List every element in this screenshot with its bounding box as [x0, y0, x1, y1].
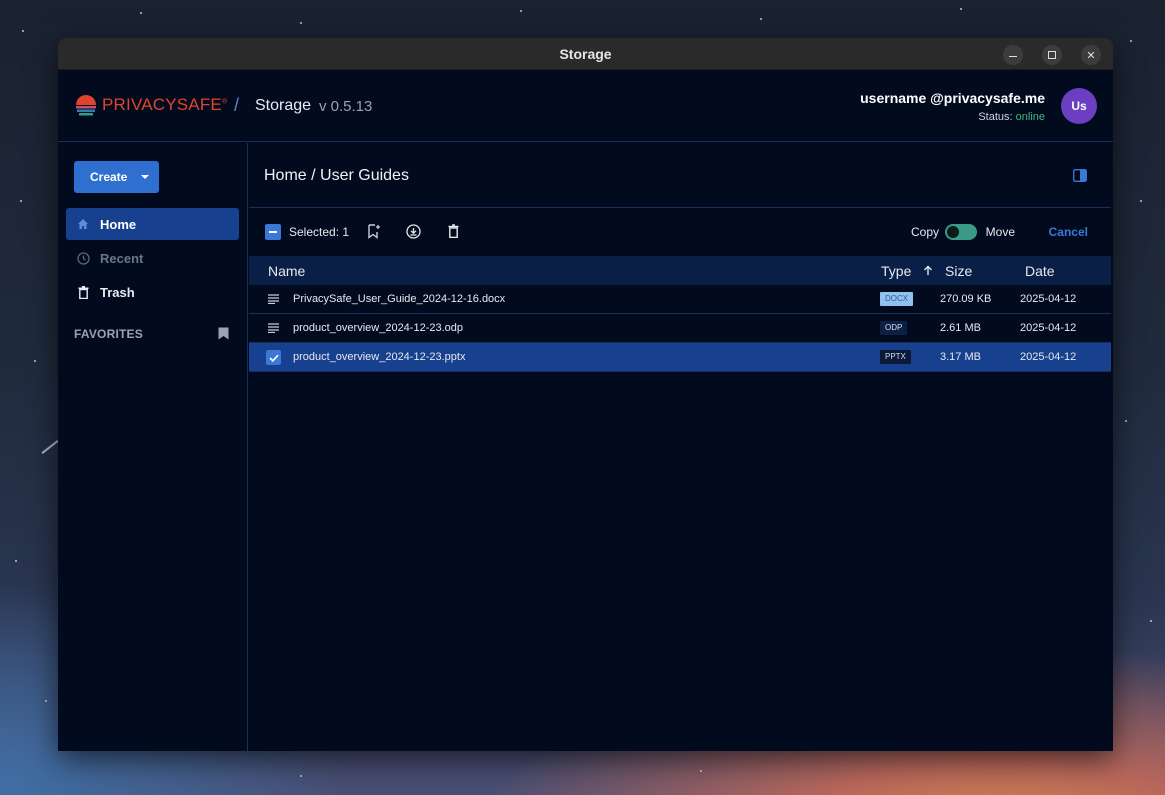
maximize-icon	[1048, 51, 1056, 59]
selection-toolbar: Selected: 1 Copy Move Cancel	[249, 207, 1111, 255]
checkmark-icon	[268, 354, 279, 362]
delete-icon[interactable]	[448, 224, 459, 243]
file-name: PrivacySafe_User_Guide_2024-12-16.docx	[293, 293, 506, 305]
document-icon	[268, 294, 279, 307]
copy-move-toggle[interactable]	[945, 224, 977, 240]
home-icon	[76, 217, 90, 231]
favorites-heading: FAVORITES	[74, 327, 143, 341]
row-checkbox[interactable]	[266, 350, 281, 365]
file-name: product_overview_2024-12-23.odp	[293, 322, 464, 334]
column-size[interactable]: Size	[945, 263, 972, 279]
table-row-selected[interactable]: product_overview_2024-12-23.pptx PPTX 3.…	[249, 343, 1111, 372]
create-button-label: Create	[90, 170, 128, 184]
sidebar-item-label: Recent	[100, 250, 144, 266]
close-icon: ✕	[1086, 49, 1096, 62]
user-status: Status: online	[860, 111, 1045, 123]
move-label: Move	[985, 225, 1015, 239]
status-value: online	[1015, 111, 1045, 123]
column-date[interactable]: Date	[1025, 263, 1055, 279]
copy-label: Copy	[910, 225, 939, 239]
file-size: 2.61 MB	[940, 322, 981, 334]
window-title: Storage	[559, 45, 612, 62]
privacysafe-logo-icon	[76, 95, 96, 116]
file-date: 2025-04-12	[1020, 322, 1077, 334]
minimize-icon	[1009, 55, 1017, 58]
file-date: 2025-04-12	[1020, 293, 1077, 305]
select-all-checkbox[interactable]	[265, 224, 281, 240]
selected-count: Selected: 1	[289, 225, 350, 239]
sidebar: Create Home Recent Trash FAVORITES	[58, 143, 248, 751]
indeterminate-icon	[269, 231, 277, 233]
breadcrumb[interactable]: Home / User Guides	[264, 167, 409, 185]
bookmark-icon[interactable]	[218, 327, 229, 345]
file-type-badge: DOCX	[880, 292, 914, 306]
cancel-button[interactable]: Cancel	[1049, 225, 1088, 239]
user-name: username @privacysafe.me	[860, 90, 1045, 106]
status-label: Status:	[978, 111, 1013, 123]
sort-ascending-icon	[923, 263, 933, 279]
file-date: 2025-04-12	[1020, 351, 1077, 363]
file-size: 3.17 MB	[940, 351, 981, 363]
chevron-down-icon	[141, 175, 150, 179]
column-type[interactable]: Type	[881, 263, 933, 279]
column-type-label: Type	[881, 263, 912, 279]
download-icon[interactable]	[406, 224, 421, 244]
close-window-button[interactable]: ✕	[1081, 45, 1101, 65]
brand-name: PRIVACYSAFE	[102, 95, 222, 114]
clock-icon	[76, 251, 90, 265]
window-titlebar[interactable]: Storage ✕	[58, 38, 1113, 70]
document-icon	[268, 323, 279, 336]
table-header: Name Type Size Date	[249, 256, 1111, 285]
bookmark-add-icon[interactable]	[368, 224, 380, 244]
minimize-button[interactable]	[1003, 45, 1023, 65]
toggle-knob	[947, 226, 959, 238]
sidebar-item-trash[interactable]: Trash	[66, 276, 239, 308]
sidebar-item-label: Trash	[100, 284, 135, 300]
header-separator: /	[234, 95, 240, 115]
brand-logo[interactable]: PRIVACYSAFE®	[74, 93, 227, 117]
maximize-button[interactable]	[1042, 45, 1062, 65]
column-name[interactable]: Name	[268, 263, 305, 279]
sidebar-item-recent[interactable]: Recent	[66, 242, 239, 274]
table-row[interactable]: PrivacySafe_User_Guide_2024-12-16.docx D…	[249, 285, 1111, 314]
app-name: Storage	[255, 97, 312, 114]
file-table: Name Type Size Date PrivacySafe_User_Gui…	[249, 256, 1111, 372]
file-size: 270.09 KB	[940, 293, 992, 305]
table-row[interactable]: product_overview_2024-12-23.odp ODP 2.61…	[249, 314, 1111, 343]
sidebar-item-home[interactable]: Home	[66, 208, 239, 240]
file-type-badge: ODP	[880, 321, 908, 335]
file-name: product_overview_2024-12-23.pptx	[293, 351, 466, 363]
sidebar-item-label: Home	[100, 216, 137, 232]
storage-window: Storage ✕ PRIVACYSAFE® / Storage v 0.5.1…	[58, 38, 1113, 751]
app-header: PRIVACYSAFE® / Storage v 0.5.13 username…	[58, 70, 1113, 142]
user-info: username @privacysafe.me Status: online	[860, 90, 1045, 123]
main-content: Home / User Guides Selected: 1 Copy Move…	[249, 143, 1113, 751]
trash-icon	[76, 285, 90, 299]
avatar[interactable]: Us	[1061, 88, 1097, 124]
panel-toggle-icon[interactable]	[1073, 169, 1087, 187]
brand-registered-mark: ®	[221, 98, 228, 106]
file-type-badge: PPTX	[880, 350, 911, 364]
create-button[interactable]: Create	[74, 161, 159, 193]
app-version: v 0.5.13	[319, 98, 373, 115]
